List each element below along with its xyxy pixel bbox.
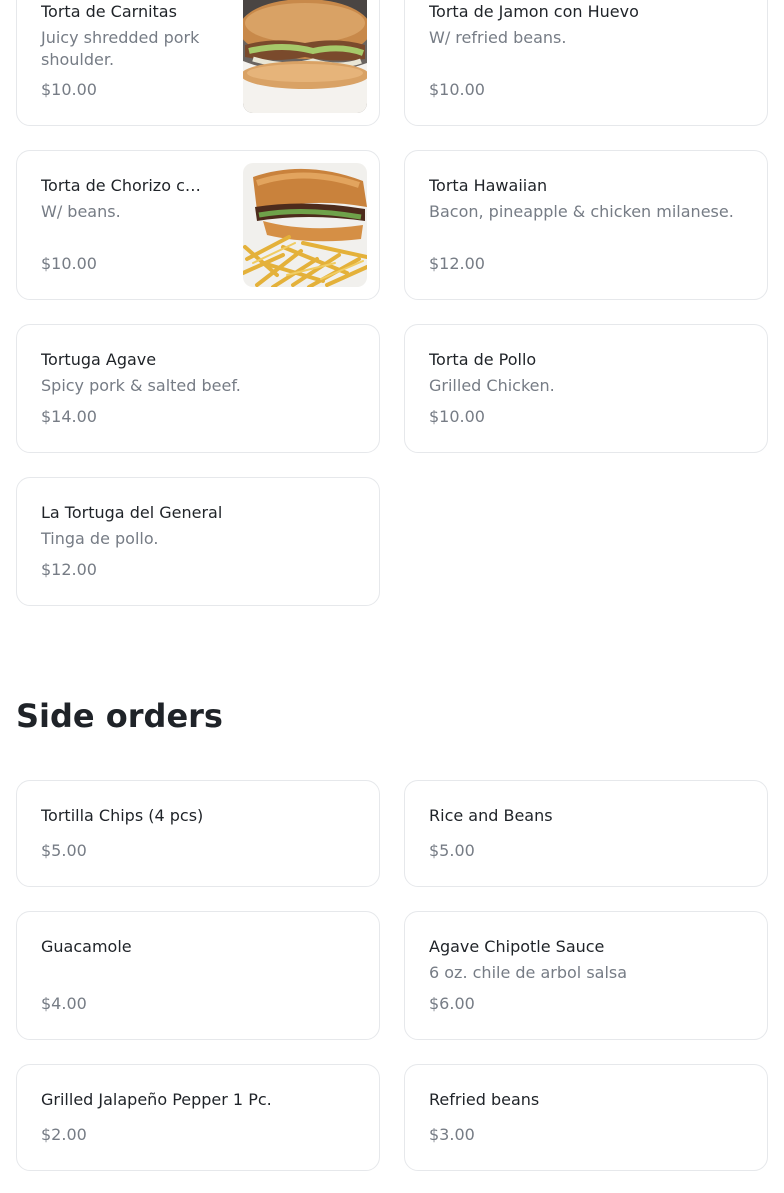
menu-item-name: La Tortuga del General [41,503,223,522]
menu-item-description: Grilled Chicken. [429,376,555,395]
menu-item-card[interactable]: Torta de Chorizo c… W/ beans. $10.00 [16,150,380,300]
menu-item-price: $14.00 [41,407,97,426]
menu-item-info: La Tortuga del General Tinga de pollo. $… [41,502,355,581]
menu-item-info: Torta de Pollo Grilled Chicken. $10.00 [429,349,743,428]
menu-item-name: Tortuga Agave [41,350,157,369]
menu-item-price: $5.00 [429,841,475,860]
menu-item-price: $3.00 [429,1125,475,1144]
menu-item-price: $10.00 [41,254,97,273]
section-title-side-orders: Side orders [16,697,223,735]
menu-item-name: Torta Hawaiian [429,176,548,195]
menu-item-info: Torta de Carnitas Juicy shredded pork sh… [41,1,227,101]
menu-item-name: Torta de Chorizo c… [41,176,201,195]
menu-item-description: W/ beans. [41,202,121,221]
menu-item-name: Rice and Beans [429,806,553,825]
menu-item-price: $10.00 [41,80,97,99]
menu-item-card[interactable]: Torta de Jamon con Huevo W/ refried bean… [404,0,768,126]
menu-item-name: Guacamole [41,937,132,956]
menu-item-info: Torta de Jamon con Huevo W/ refried bean… [429,1,743,101]
menu-item-info: Tortilla Chips (4 pcs) $5.00 [41,805,355,862]
menu-item-card[interactable]: Torta de Carnitas Juicy shredded pork sh… [16,0,380,126]
menu-item-card[interactable]: Torta de Pollo Grilled Chicken. $10.00 [404,324,768,453]
menu-item-info: Agave Chipotle Sauce 6 oz. chile de arbo… [429,936,743,1015]
menu-item-price: $5.00 [41,841,87,860]
tortas-grid: Torta de Carnitas Juicy shredded pork sh… [0,0,784,606]
menu-item-description: 6 oz. chile de arbol salsa [429,963,628,982]
menu-item-info: Guacamole $4.00 [41,936,355,1015]
menu-item-price: $4.00 [41,994,87,1013]
menu-item-description: W/ refried beans. [429,28,567,47]
menu-item-card[interactable]: Torta Hawaiian Bacon, pineapple & chicke… [404,150,768,300]
menu-item-info: Torta de Chorizo c… W/ beans. $10.00 [41,175,227,275]
menu-item-card[interactable]: Tortuga Agave Spicy pork & salted beef. … [16,324,380,453]
menu-item-info: Tortuga Agave Spicy pork & salted beef. … [41,349,355,428]
menu-item-name: Agave Chipotle Sauce [429,937,605,956]
menu-item-info: Torta Hawaiian Bacon, pineapple & chicke… [429,175,743,275]
menu-item-card[interactable]: La Tortuga del General Tinga de pollo. $… [16,477,380,606]
menu-item-name: Torta de Jamon con Huevo [429,2,639,21]
side-orders-grid: Tortilla Chips (4 pcs) $5.00 Rice and Be… [0,780,784,1193]
side-item-card[interactable]: Agave Chipotle Sauce 6 oz. chile de arbo… [404,911,768,1040]
menu-item-description: Juicy shredded pork shoulder. [41,28,200,69]
side-item-card[interactable]: Tortilla Chips (4 pcs) $5.00 [16,780,380,887]
menu-page: Torta de Carnitas Juicy shredded pork sh… [0,0,784,1193]
menu-item-info: Rice and Beans $5.00 [429,805,743,862]
menu-item-name: Refried beans [429,1090,540,1109]
menu-item-info: Grilled Jalapeño Pepper 1 Pc. $2.00 [41,1089,355,1146]
side-item-card[interactable]: Grilled Jalapeño Pepper 1 Pc. $2.00 [16,1064,380,1171]
menu-item-info: Refried beans $3.00 [429,1089,743,1146]
menu-item-name: Tortilla Chips (4 pcs) [41,806,204,825]
menu-item-name: Torta de Carnitas [41,2,177,21]
side-item-card[interactable]: Guacamole $4.00 [16,911,380,1040]
menu-item-name: Grilled Jalapeño Pepper 1 Pc. [41,1090,272,1109]
menu-item-price: $12.00 [429,254,485,273]
menu-item-price: $2.00 [41,1125,87,1144]
menu-item-price: $6.00 [429,994,475,1013]
menu-item-description: Spicy pork & salted beef. [41,376,241,395]
sandwich-photo [243,0,367,113]
menu-item-price: $12.00 [41,560,97,579]
side-item-card[interactable]: Rice and Beans $5.00 [404,780,768,887]
sandwich-fries-photo [243,163,367,287]
menu-item-name: Torta de Pollo [429,350,537,369]
menu-item-price: $10.00 [429,80,485,99]
menu-item-price: $10.00 [429,407,485,426]
menu-item-description: Tinga de pollo. [41,529,159,548]
menu-item-description: Bacon, pineapple & chicken milanese. [429,202,734,221]
side-item-card[interactable]: Refried beans $3.00 [404,1064,768,1171]
